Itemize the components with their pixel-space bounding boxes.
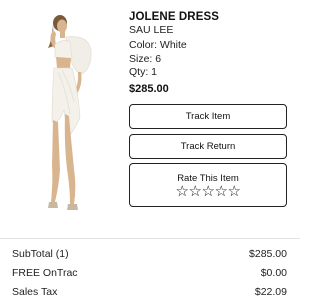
star-outline-icon[interactable]: ☆	[202, 184, 215, 200]
section-divider	[0, 238, 300, 239]
model-illustration	[48, 15, 92, 210]
summary-label: Sales Tax	[12, 286, 58, 298]
summary-label: SubTotal (1)	[12, 248, 69, 260]
track-item-button[interactable]: Track Item	[129, 104, 287, 129]
summary-value: $285.00	[249, 248, 287, 260]
star-outline-icon[interactable]: ☆	[189, 184, 202, 200]
star-outline-icon[interactable]: ☆	[228, 184, 241, 200]
summary-row-tax: Sales Tax $22.09	[0, 283, 300, 302]
track-return-button[interactable]: Track Return	[129, 134, 287, 159]
summary-value: $22.09	[254, 286, 287, 298]
star-outline-icon[interactable]: ☆	[215, 184, 228, 200]
product-info: JOLENE DRESS SAU LEE Color: White Size: …	[129, 10, 294, 96]
product-color: Color: White	[129, 39, 187, 51]
order-item-panel: JOLENE DRESS SAU LEE Color: White Size: …	[0, 0, 300, 235]
summary-value: $0.00	[260, 267, 287, 279]
rate-item-box: Rate This Item ☆☆☆☆☆	[129, 163, 287, 207]
summary-row-subtotal: SubTotal (1) $285.00	[0, 245, 300, 264]
star-outline-icon[interactable]: ☆	[176, 184, 189, 200]
order-summary: SubTotal (1) $285.00 FREE OnTrac $0.00 S…	[0, 245, 300, 302]
product-qty: Qty: 1	[129, 66, 158, 78]
product-title[interactable]: JOLENE DRESS	[129, 10, 294, 24]
summary-row-shipping: FREE OnTrac $0.00	[0, 264, 300, 283]
star-rating: ☆☆☆☆☆	[130, 184, 286, 200]
product-price: $285.00	[129, 82, 169, 95]
product-size: Size: 6	[129, 52, 162, 65]
product-brand: SAU LEE	[129, 24, 174, 36]
product-image[interactable]	[8, 10, 120, 228]
summary-label: FREE OnTrac	[12, 267, 78, 279]
